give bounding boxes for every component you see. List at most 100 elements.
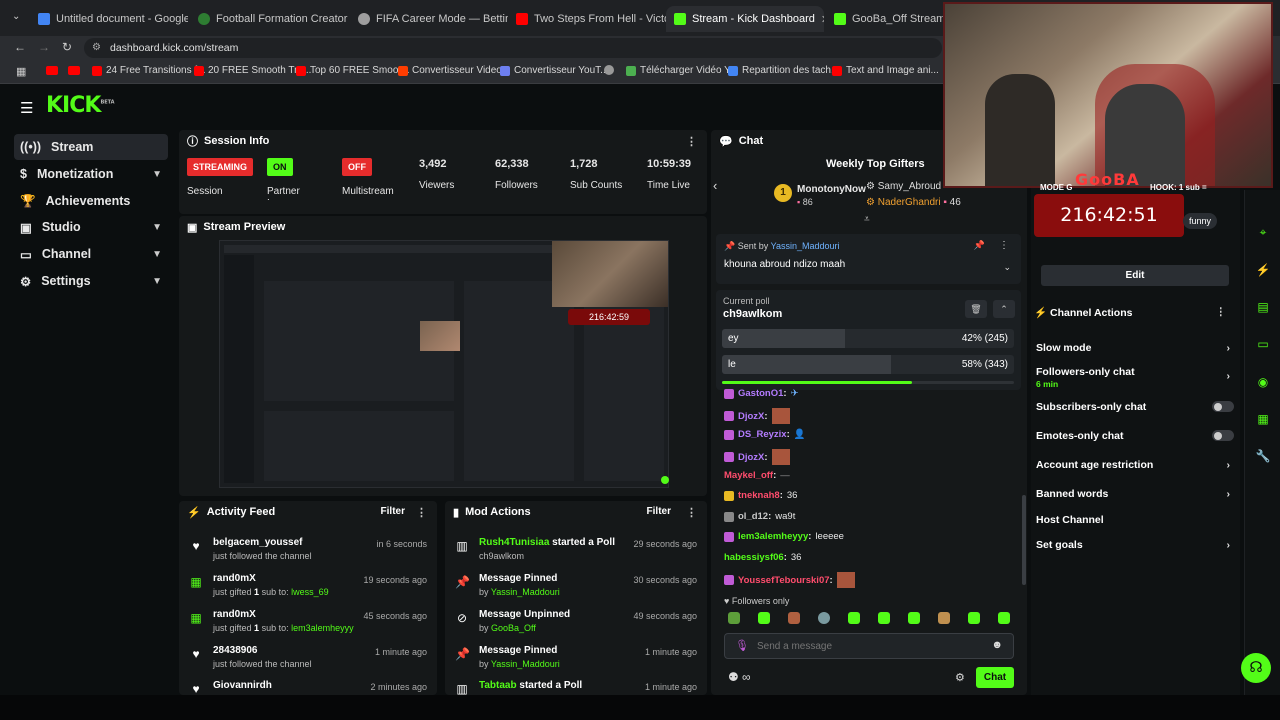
chat-scrollbar[interactable] <box>1022 495 1026 585</box>
chat-send-button[interactable]: Chat <box>976 667 1014 688</box>
chat-user[interactable]: DjozX <box>738 411 764 422</box>
browser-tab-fifa[interactable]: FIFA Career Mode — Betting Ti ✕ <box>350 6 508 32</box>
rail-broadcast-icon[interactable]: ◉ <box>1251 370 1275 394</box>
trash-icon[interactable]: 🗑 <box>965 300 987 318</box>
chat-input-box[interactable]: 🎙 ☻ <box>724 633 1014 659</box>
chat-user[interactable]: lem3alemheyyy <box>738 531 808 542</box>
chevron-left-icon[interactable]: ‹ <box>713 178 717 193</box>
mod-actor[interactable]: Rush4Tunisiaa <box>479 537 549 548</box>
channel-action-slow-mode[interactable]: Slow mode › <box>1036 342 1234 356</box>
emote-icon[interactable] <box>758 612 770 624</box>
chat-user[interactable]: DjozX <box>738 452 764 463</box>
rail-document-icon[interactable]: ▤ <box>1251 295 1275 319</box>
emote-icon[interactable] <box>848 612 860 624</box>
chat-user[interactable]: DS_Reyzix <box>738 429 787 440</box>
mod-actor[interactable]: Tabtaab <box>479 680 517 691</box>
rail-target-icon[interactable]: ⌖ <box>1251 220 1275 244</box>
sidebar-item-channel[interactable]: ▭ Channel ▼ <box>14 241 168 267</box>
more-options-icon[interactable]: ⋮ <box>1216 306 1227 318</box>
chevron-up-icon[interactable]: ⌃ <box>993 300 1015 318</box>
tab-list-chevron-icon[interactable]: ⌄ <box>12 11 20 22</box>
bookmark-item[interactable]: 20 FREE Smooth Tra... <box>194 65 311 76</box>
more-options-icon[interactable]: ⋮ <box>416 506 427 519</box>
sidebar-item-studio[interactable]: ▣ Studio ▼ <box>14 214 168 240</box>
emote-icon[interactable] <box>938 612 950 624</box>
bookmark-item[interactable]: Repartition des tach... <box>728 65 839 76</box>
emote-icon[interactable] <box>968 612 980 624</box>
emote-icon[interactable] <box>788 612 800 624</box>
mic-icon[interactable]: 🎙 <box>735 639 749 652</box>
chat-user[interactable]: habessiysf06 <box>724 552 784 563</box>
channel-action-set-goals[interactable]: Set goals › <box>1036 539 1234 553</box>
infinity-icon[interactable]: ∞ <box>742 670 751 684</box>
channel-action-account-age[interactable]: Account age restriction › <box>1036 459 1234 473</box>
sidebar-item-stream[interactable]: ((•)) Stream <box>14 134 168 160</box>
rail-layout-icon[interactable]: ▦ <box>1251 407 1275 431</box>
rail-wrench-icon[interactable]: 🔧 <box>1251 444 1275 468</box>
chat-message-input[interactable] <box>757 638 977 654</box>
bookmark-item[interactable]: Text and Image ani... <box>832 65 939 76</box>
activity-user[interactable]: Giovannirdh <box>213 680 272 691</box>
bookmark-item[interactable]: Top 60 FREE Smoot... <box>296 65 410 76</box>
emotes-only-toggle[interactable] <box>1212 430 1234 441</box>
browser-tab-docs[interactable]: Untitled document - Google Do ✕ <box>30 6 188 32</box>
gift-target[interactable]: lwess_69 <box>291 587 329 597</box>
chat-user[interactable]: tneknah8 <box>738 490 780 501</box>
more-options-icon[interactable]: ⋮ <box>999 240 1009 251</box>
browser-tab-kick-watch[interactable]: GooBa_Off Stream - Watch <box>826 6 944 32</box>
menu-hamburger-icon[interactable]: ☰ <box>20 99 33 117</box>
bookmark-item[interactable] <box>604 65 614 75</box>
emote-icon[interactable] <box>818 612 830 624</box>
more-options-icon[interactable]: ⋮ <box>686 506 697 519</box>
channel-action-subscribers-only[interactable]: Subscribers-only chat <box>1036 401 1234 415</box>
forward-arrow-icon[interactable]: → <box>38 40 50 54</box>
overlay-edit-button[interactable]: Edit <box>1041 265 1229 286</box>
emote-icon[interactable] <box>998 612 1010 624</box>
emote-icon[interactable] <box>728 612 740 624</box>
apps-grid-icon[interactable]: ▦ <box>16 65 26 78</box>
browser-tab-kick-dashboard[interactable]: Stream - Kick Dashboard ✕ <box>666 6 824 32</box>
mod-user[interactable]: Yassin_Maddouri <box>491 587 560 597</box>
sidebar-item-achievements[interactable]: 🏆 Achievements <box>14 188 168 214</box>
subscribers-only-toggle[interactable] <box>1212 401 1234 412</box>
channel-action-host-channel[interactable]: Host Channel <box>1036 514 1234 528</box>
rail-bolt-icon[interactable]: ⚡ <box>1251 258 1275 282</box>
chat-user[interactable]: Maykel_off <box>724 470 773 481</box>
channel-action-followers-only[interactable]: Followers-only chat 6 min › <box>1036 366 1234 390</box>
reload-icon[interactable]: ↻ <box>62 40 72 54</box>
channel-action-emotes-only[interactable]: Emotes-only chat <box>1036 430 1234 444</box>
unpin-icon[interactable]: 📌 <box>974 240 985 251</box>
sidebar-item-monetization[interactable]: $ Monetization ▼ <box>14 161 168 187</box>
gifter-item[interactable]: ⚙ Samy_Abroud <box>866 181 941 192</box>
overlay-tag[interactable]: funny <box>1183 213 1217 229</box>
bookmark-item[interactable]: Convertisseur YouT... <box>500 65 609 76</box>
activity-filter-button[interactable]: Filter <box>381 506 405 517</box>
chevron-down-icon[interactable]: ⌄ <box>1003 262 1011 273</box>
browser-tab-formation[interactable]: Football Formation Creator - M ✕ <box>190 6 348 32</box>
mod-user[interactable]: GooBa_Off <box>491 623 536 633</box>
chat-user[interactable]: GastonO1 <box>738 388 783 399</box>
gifter-name[interactable]: MonotonyNow <box>797 184 866 195</box>
chat-identity-icon[interactable]: ⚉ <box>728 670 739 684</box>
back-arrow-icon[interactable]: ← <box>14 40 26 54</box>
chat-user[interactable]: ol_d12 <box>738 511 768 522</box>
channel-action-banned-words[interactable]: Banned words › <box>1036 488 1234 502</box>
stream-preview-video[interactable]: 216:42:59 <box>219 240 669 488</box>
chat-user[interactable]: YoussefTebourski07 <box>738 575 830 586</box>
poll-option[interactable]: ey 42% (245) <box>722 329 1014 348</box>
close-icon[interactable]: ✕ <box>821 13 824 26</box>
youtube-bookmark-icon[interactable] <box>46 66 58 75</box>
pinned-user[interactable]: Yassin_Maddouri <box>771 241 840 251</box>
rail-chat-icon[interactable]: ▭ <box>1251 332 1275 356</box>
bookmark-item[interactable]: Télécharger Vidéo Y... <box>626 65 738 76</box>
chat-settings-gear-icon[interactable]: ⚙ <box>955 671 965 684</box>
activity-user[interactable]: belgacem_youssef <box>213 537 303 548</box>
mod-user[interactable]: Yassin_Maddouri <box>491 659 560 669</box>
address-bar[interactable]: ⚙ dashboard.kick.com/stream <box>84 38 942 58</box>
sidebar-item-settings[interactable]: ⚙ Settings ▼ <box>14 268 168 294</box>
support-headset-icon[interactable]: ☊ <box>1241 653 1271 683</box>
activity-user[interactable]: rand0mX <box>213 573 256 584</box>
site-info-icon[interactable]: ⚙ <box>92 42 101 53</box>
collapse-icon[interactable]: ⩡ <box>864 214 870 225</box>
browser-tab-youtube[interactable]: Two Steps From Hell - Victory - ✕ <box>508 6 666 32</box>
